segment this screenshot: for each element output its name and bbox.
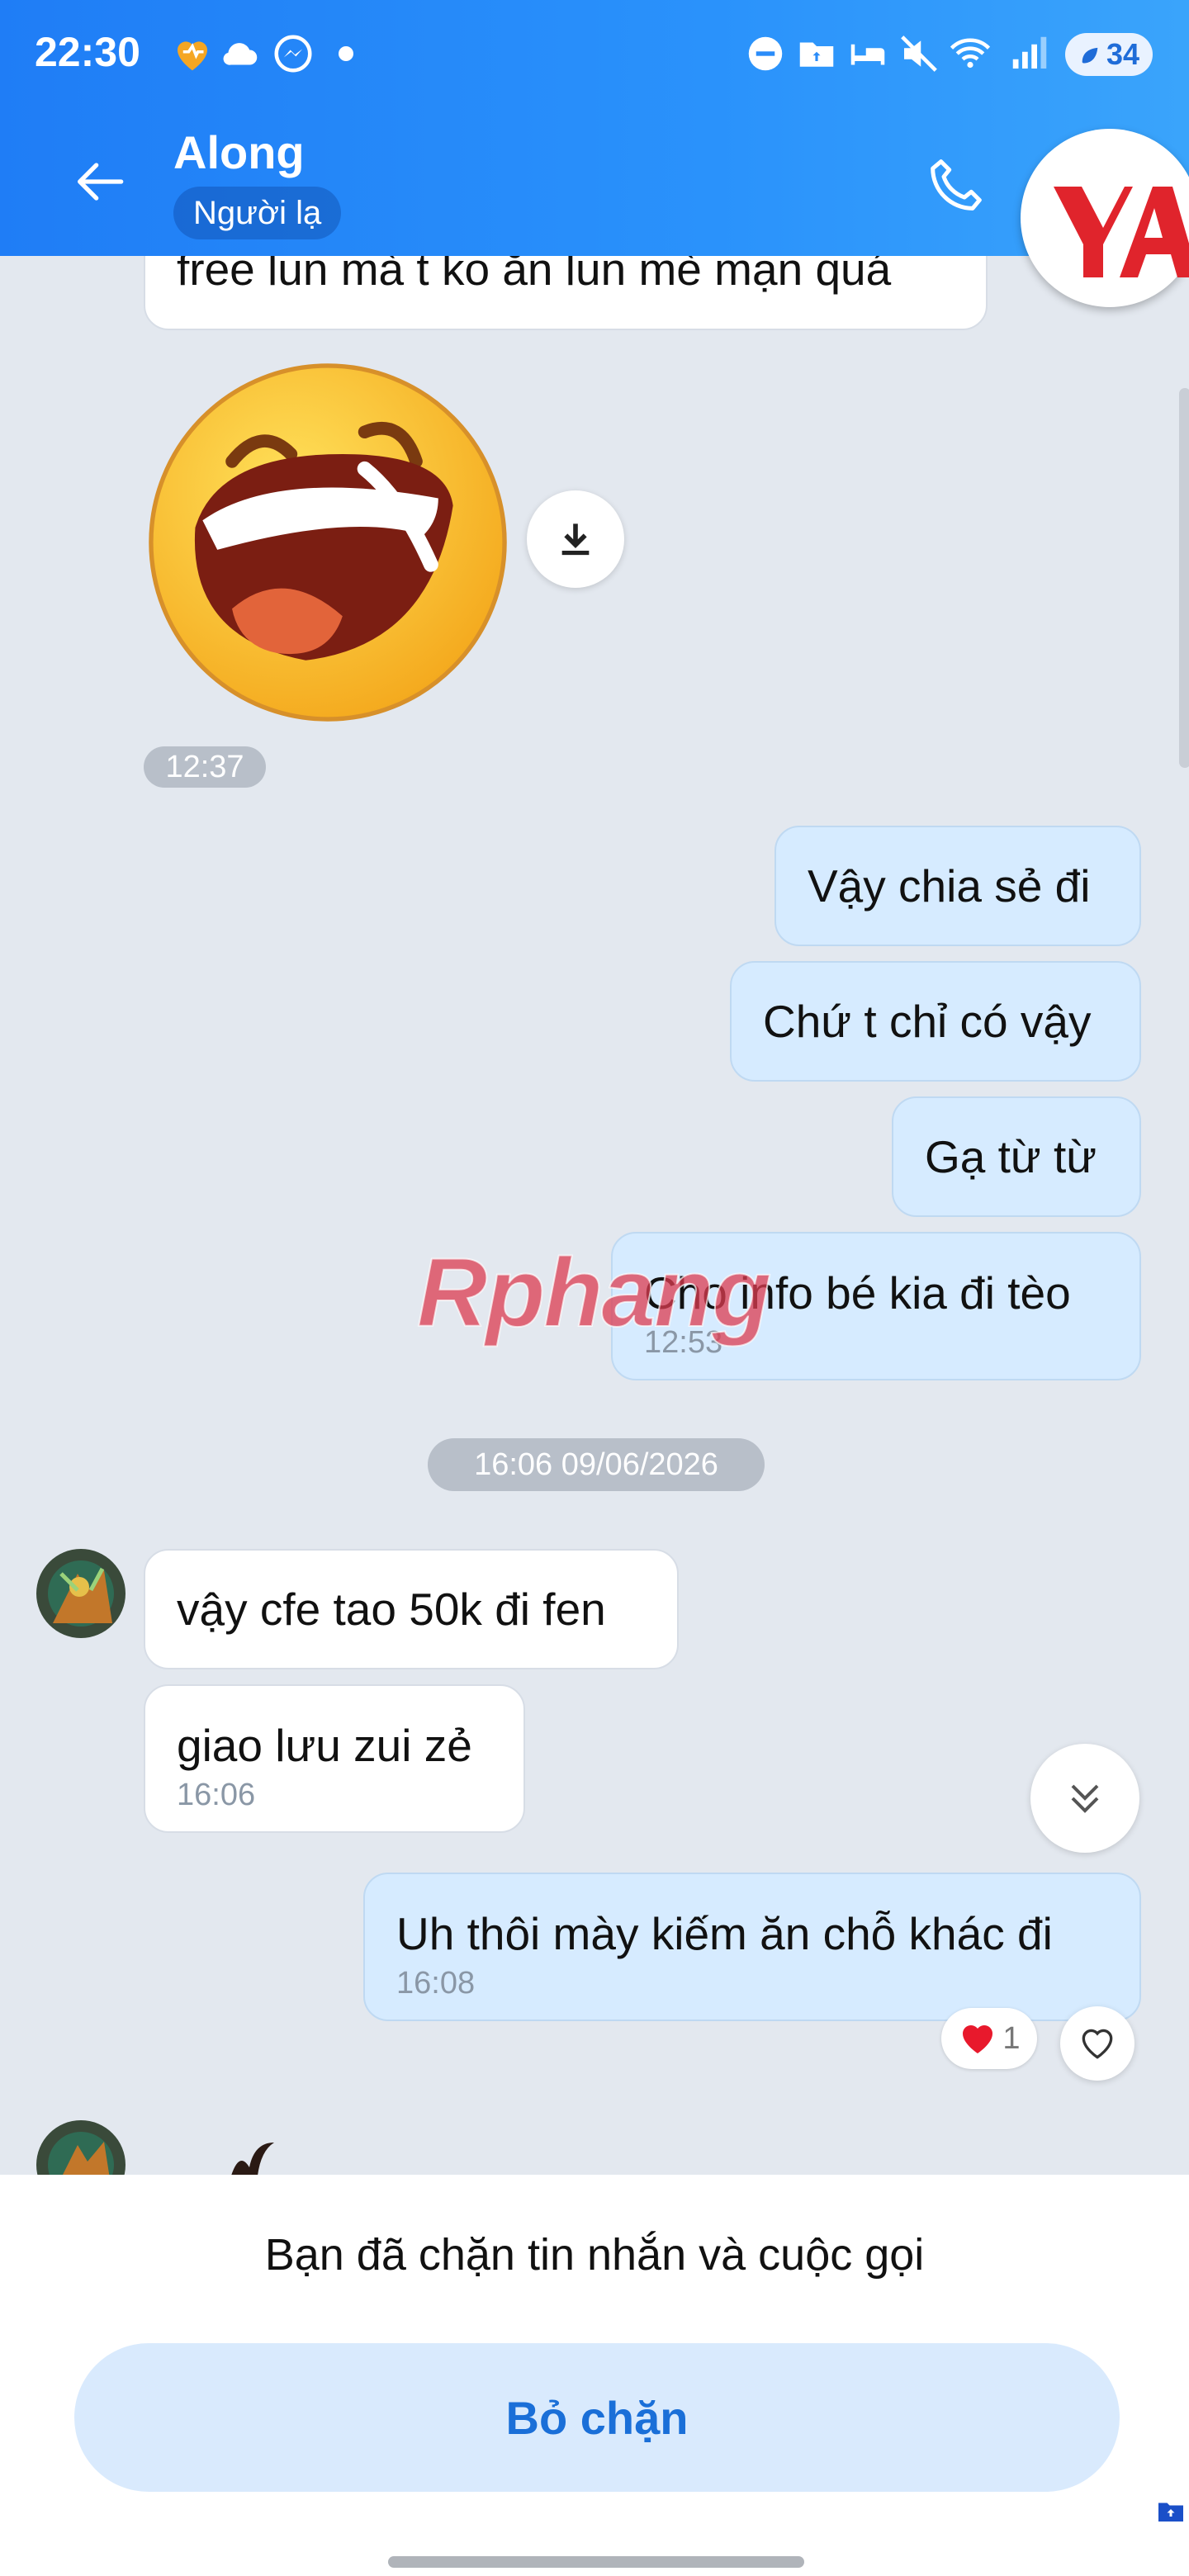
heart-app-icon bbox=[178, 41, 207, 71]
folder-upload-icon bbox=[1158, 2503, 1183, 2522]
sticker-timestamp: 12:37 bbox=[144, 746, 266, 788]
battery-indicator: 34 bbox=[1065, 33, 1153, 76]
unblock-button[interactable]: Bỏ chặn bbox=[74, 2343, 1120, 2492]
red-heart-icon bbox=[963, 2025, 993, 2053]
status-bar: 22:30 34 bbox=[0, 0, 1189, 116]
message-incoming[interactable]: giao lưu zui zẻ 16:06 bbox=[144, 1684, 525, 1833]
back-arrow-icon[interactable] bbox=[66, 149, 132, 215]
battery-level: 34 bbox=[1106, 37, 1140, 71]
scrollbar[interactable] bbox=[1179, 388, 1189, 768]
message-outgoing[interactable]: Vậy chia sẻ đi bbox=[775, 826, 1141, 946]
message-text: giao lưu zui zẻ bbox=[177, 1720, 472, 1771]
contact-avatar[interactable] bbox=[36, 1549, 126, 1638]
watermark-text: Rphang bbox=[416, 1238, 772, 1348]
double-chevron-down-icon bbox=[1071, 1784, 1099, 1813]
message-outgoing[interactable]: Chứ t chỉ có vậy bbox=[730, 961, 1141, 1082]
message-outgoing[interactable]: Uh thôi mày kiếm ăn chỗ khác đi 16:08 bbox=[363, 1873, 1141, 2021]
reaction-count: 1 bbox=[1002, 2020, 1021, 2056]
dot-icon bbox=[339, 46, 353, 61]
chat-header: 22:30 34 Along Người lạ bbox=[0, 0, 1189, 256]
download-icon bbox=[561, 523, 590, 556]
logo-mark bbox=[1054, 187, 1189, 277]
message-text: Vậy chia sẻ đi bbox=[808, 860, 1091, 912]
message-text: Gạ từ từ bbox=[925, 1131, 1097, 1182]
signal-icon bbox=[1012, 36, 1047, 69]
download-button[interactable] bbox=[527, 490, 624, 588]
partial-sticker bbox=[231, 2143, 274, 2176]
dnd-icon bbox=[748, 36, 783, 71]
leaf-icon bbox=[1082, 47, 1098, 64]
message-time: 16:08 bbox=[396, 1966, 476, 2001]
heart-outline-icon bbox=[1082, 2029, 1113, 2059]
date-separator: 16:06 09/06/2026 bbox=[428, 1438, 765, 1491]
scroll-to-bottom-button[interactable] bbox=[1030, 1744, 1139, 1853]
phone-call-icon[interactable] bbox=[923, 152, 989, 218]
contact-name[interactable]: Along bbox=[173, 125, 305, 179]
bed-icon bbox=[850, 44, 885, 65]
laughing-sticker[interactable] bbox=[144, 358, 512, 727]
cloud-icon bbox=[223, 43, 258, 65]
wifi-icon bbox=[950, 38, 991, 69]
channel-logo bbox=[1021, 129, 1189, 307]
messenger-icon bbox=[274, 35, 312, 73]
laughing-emoji-icon bbox=[149, 363, 507, 722]
reaction-badge[interactable]: 1 bbox=[941, 2008, 1037, 2069]
stranger-badge: Người lạ bbox=[173, 187, 342, 239]
message-incoming[interactable]: vậy cfe tao 50k đi fen bbox=[144, 1549, 679, 1669]
message-text: Chứ t chỉ có vậy bbox=[763, 996, 1092, 1047]
folder-icon bbox=[799, 42, 834, 67]
message-text: Uh thôi mày kiếm ăn chỗ khác đi bbox=[396, 1908, 1053, 1959]
avatar-image bbox=[36, 1549, 126, 1638]
react-button[interactable] bbox=[1060, 2006, 1135, 2081]
message-text: vậy cfe tao 50k đi fen bbox=[177, 1584, 606, 1635]
status-time: 22:30 bbox=[35, 29, 140, 75]
message-outgoing[interactable]: Gạ từ từ bbox=[892, 1096, 1141, 1217]
blocked-message: Bạn đã chặn tin nhắn và cuộc gọi bbox=[264, 2230, 925, 2280]
message-time: 16:06 bbox=[177, 1778, 256, 1812]
gesture-bar[interactable] bbox=[388, 2556, 804, 2568]
mute-icon bbox=[901, 36, 937, 72]
